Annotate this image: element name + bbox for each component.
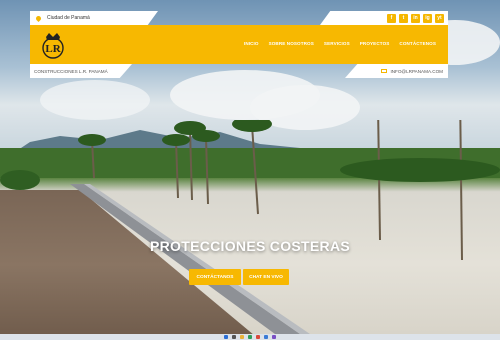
- company-name: CONSTRUCCIONES L.R. PANAMÁ: [34, 68, 108, 74]
- location-pin-icon: [34, 14, 43, 22]
- folder-icon[interactable]: [240, 335, 244, 339]
- subbar-company: CONSTRUCCIONES L.R. PANAMÁ: [30, 64, 132, 78]
- chat-button[interactable]: CHAT EN VIVO: [243, 269, 289, 285]
- instagram-icon[interactable]: ig: [423, 13, 432, 23]
- app-icon[interactable]: [272, 335, 276, 339]
- contact-button[interactable]: CONTÁCTANOS: [189, 269, 241, 285]
- cloud: [40, 80, 150, 120]
- mail-icon: [381, 69, 388, 73]
- email-link[interactable]: INFO@LRPANAMA.COM: [390, 69, 443, 74]
- twitter-icon[interactable]: t: [399, 13, 408, 23]
- main-navbar: LR INICIO SOBRE NOSOTROS SERVICIOS PROYE…: [30, 25, 448, 64]
- topbar-social: f t in ig yt: [320, 11, 448, 25]
- browser-icon[interactable]: [248, 335, 252, 339]
- hero-title: PROTECCIONES COSTERAS: [150, 238, 350, 254]
- svg-text:LR: LR: [45, 43, 61, 55]
- youtube-icon[interactable]: yt: [435, 13, 444, 23]
- browser-icon[interactable]: [256, 335, 260, 339]
- os-taskbar: [0, 334, 500, 340]
- nav-item-proyectos[interactable]: PROYECTOS: [360, 41, 390, 46]
- app-icon[interactable]: [264, 335, 268, 339]
- nav-menu: INICIO SOBRE NOSOTROS SERVICIOS PROYECTO…: [244, 41, 436, 46]
- company-logo[interactable]: LR: [38, 31, 68, 59]
- facebook-icon[interactable]: f: [387, 13, 396, 23]
- linkedin-icon[interactable]: in: [411, 13, 420, 23]
- subbar-email: INFO@LRPANAMA.COM: [345, 64, 448, 78]
- location-text: Ciudad de Panamá: [47, 15, 90, 21]
- search-icon[interactable]: [232, 335, 236, 339]
- nav-item-inicio[interactable]: INICIO: [244, 41, 259, 46]
- nav-item-sobre-nosotros[interactable]: SOBRE NOSOTROS: [269, 41, 314, 46]
- nav-item-servicios[interactable]: SERVICIOS: [324, 41, 350, 46]
- nav-item-contactenos[interactable]: CONTÁCTENOS: [399, 41, 436, 46]
- start-icon[interactable]: [224, 335, 228, 339]
- topbar-location: Ciudad de Panamá: [30, 11, 158, 25]
